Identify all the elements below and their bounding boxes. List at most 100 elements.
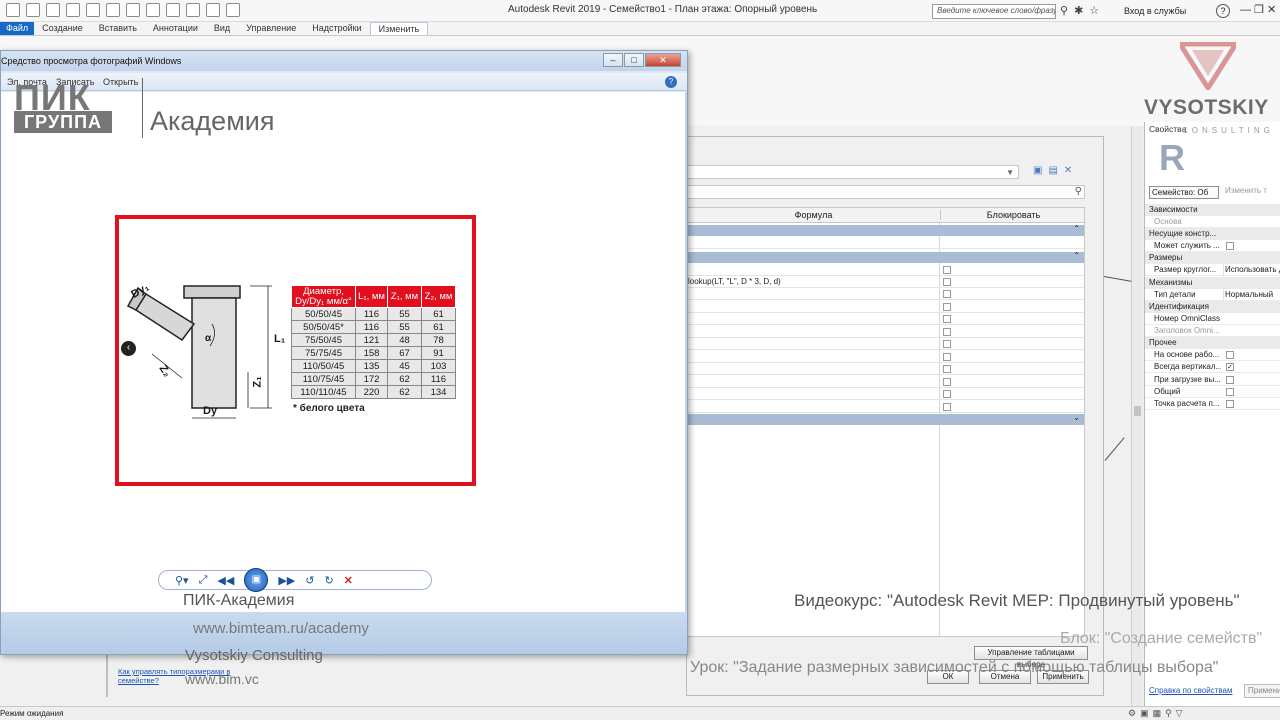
text-icon[interactable] <box>146 3 160 17</box>
favorites-icon[interactable]: ☆ <box>1089 4 1099 17</box>
print-icon[interactable] <box>106 3 120 17</box>
manage-lookup-tables-button[interactable]: Управление таблицами выбора <box>974 646 1088 669</box>
property-row[interactable]: Номер OmniClass <box>1145 313 1280 325</box>
delete-icon[interactable]: ✕ <box>344 574 353 587</box>
lock-checkbox[interactable] <box>943 390 951 398</box>
lock-checkbox[interactable] <box>943 340 951 348</box>
column-formula: Формула <box>794 210 833 220</box>
minimize-icon[interactable]: – <box>603 53 623 67</box>
property-value[interactable]: Нормальный <box>1223 288 1280 301</box>
rotate-left-icon[interactable]: ↺ <box>305 574 314 587</box>
parameter-search-input[interactable]: ⚲ <box>687 185 1085 199</box>
tab-manage[interactable]: Управление <box>238 22 304 35</box>
property-row[interactable]: На основе рабо... <box>1145 349 1280 362</box>
property-checkbox[interactable] <box>1226 387 1234 396</box>
property-row[interactable]: Может служить ... <box>1145 240 1280 253</box>
previous-slide-icon[interactable]: ‹ <box>121 341 136 356</box>
grid-group-header[interactable]: ⌃ <box>688 251 1084 263</box>
canvas-scrollbar[interactable] <box>1131 126 1143 706</box>
lock-checkbox[interactable] <box>943 278 951 286</box>
edit-type-button[interactable]: Изменить т <box>1225 186 1267 195</box>
table-row: 110/110/45 220 62 134 <box>291 385 456 399</box>
viewer-title-bar[interactable]: Средство просмотра фотографий Windows – … <box>1 51 687 71</box>
property-row[interactable]: Общий <box>1145 386 1280 398</box>
lock-checkbox[interactable] <box>943 403 951 411</box>
formula-cell[interactable]: lookup(LT, "L", D * 3, D, d) <box>688 277 781 286</box>
property-row[interactable]: Основа <box>1145 216 1280 228</box>
property-category[interactable]: Механизмы <box>1145 276 1280 289</box>
checked-checkbox[interactable]: ✓ <box>1226 363 1234 372</box>
lock-checkbox[interactable] <box>943 303 951 311</box>
grid-group-header[interactable]: ⌄ <box>688 413 1084 425</box>
subscription-icon[interactable]: ✱ <box>1074 4 1083 17</box>
app-title: Autodesk Revit 2019 - Семейство1 - План … <box>508 4 818 15</box>
family-selector[interactable]: Семейство: Об <box>1149 186 1219 199</box>
property-checkbox[interactable] <box>1226 242 1234 251</box>
slideshow-icon[interactable]: ▣ <box>244 568 269 592</box>
properties-apply-button[interactable]: Примени <box>1244 684 1280 698</box>
search-input[interactable]: Введите ключевое слово/фразу <box>932 4 1056 19</box>
window-controls[interactable]: — ❐ ✕ <box>1240 3 1276 16</box>
tab-file[interactable]: Файл <box>0 22 35 35</box>
undo-icon[interactable] <box>66 3 80 17</box>
property-checkbox[interactable] <box>1226 351 1234 360</box>
maximize-icon[interactable]: □ <box>624 53 644 67</box>
next-icon[interactable]: ▶▶ <box>278 574 295 587</box>
close-icon[interactable]: ✕ <box>645 53 681 67</box>
property-row[interactable]: Размер круглог... Использовать д <box>1145 264 1280 277</box>
property-row[interactable]: Тип детали Нормальный <box>1145 288 1280 301</box>
lock-checkbox[interactable] <box>943 290 951 298</box>
property-category[interactable]: Прочее <box>1145 337 1280 350</box>
property-value[interactable]: Использовать д <box>1223 264 1280 277</box>
new-type-icon[interactable]: ▣ <box>1033 165 1042 176</box>
property-row[interactable]: Всегда вертикал... ✓ <box>1145 361 1280 374</box>
lock-checkbox[interactable] <box>943 315 951 323</box>
tab-annotate[interactable]: Аннотации <box>145 22 206 35</box>
redo-icon[interactable] <box>86 3 100 17</box>
help-icon[interactable]: ? <box>1216 4 1230 18</box>
open-icon[interactable] <box>6 3 20 17</box>
property-category[interactable]: Идентификация <box>1145 300 1280 313</box>
measure-icon[interactable] <box>126 3 140 17</box>
previous-icon[interactable]: ◀◀ <box>217 574 234 587</box>
rotate-right-icon[interactable]: ↻ <box>324 574 333 587</box>
thin-lines-icon[interactable] <box>206 3 220 17</box>
close-hidden-icon[interactable] <box>226 3 240 17</box>
3d-view-icon[interactable] <box>166 3 180 17</box>
zoom-icon[interactable]: ⚲▾ <box>175 574 189 587</box>
grid-group-header[interactable]: ⌃ <box>688 224 1084 236</box>
binoculars-icon[interactable]: ⚲ <box>1060 4 1068 17</box>
property-row[interactable]: Заголовок Omni... <box>1145 325 1280 337</box>
property-category[interactable]: Несущие констр... <box>1145 228 1280 241</box>
lock-checkbox[interactable] <box>943 328 951 336</box>
viewer-help-icon[interactable]: ? <box>665 76 677 88</box>
property-category[interactable]: Размеры <box>1145 252 1280 265</box>
property-category[interactable]: Зависимости <box>1145 204 1280 216</box>
section-icon[interactable] <box>186 3 200 17</box>
scrollbar-thumb[interactable] <box>1134 406 1141 416</box>
save-icon[interactable] <box>26 3 40 17</box>
lock-checkbox[interactable] <box>943 378 951 386</box>
tab-modify[interactable]: Изменить <box>369 22 429 35</box>
login-label[interactable]: Вход в службы <box>1124 6 1186 16</box>
tab-view[interactable]: Вид <box>206 22 238 35</box>
type-name-dropdown[interactable]: ▼ <box>687 165 1019 179</box>
table-cell: 48 <box>387 333 422 347</box>
lock-checkbox[interactable] <box>943 365 951 373</box>
property-checkbox[interactable] <box>1226 400 1234 408</box>
delete-type-icon[interactable]: ✕ <box>1064 165 1072 176</box>
lock-checkbox[interactable] <box>943 353 951 361</box>
tab-create[interactable]: Создание <box>34 22 91 35</box>
status-icons[interactable]: ⚙▣▦⚲▽ <box>1128 708 1187 719</box>
lock-checkbox[interactable] <box>943 266 951 274</box>
sync-icon[interactable] <box>46 3 60 17</box>
tab-insert[interactable]: Вставить <box>91 22 145 35</box>
rename-type-icon[interactable]: ▤ <box>1048 165 1057 176</box>
property-row[interactable]: Точка расчета п... <box>1145 398 1280 410</box>
property-row[interactable]: При загрузке вы... <box>1145 374 1280 386</box>
table-header-row: Диаметр, Dy/Dy₁ мм/α° L₁, мм Z₁, мм Z₂, … <box>291 285 456 308</box>
tab-addins[interactable]: Надстройки <box>304 22 369 35</box>
properties-help-link[interactable]: Справка по свойствам <box>1149 686 1232 695</box>
property-checkbox[interactable] <box>1226 375 1234 384</box>
actual-size-icon[interactable]: ⤢ <box>199 574 208 587</box>
